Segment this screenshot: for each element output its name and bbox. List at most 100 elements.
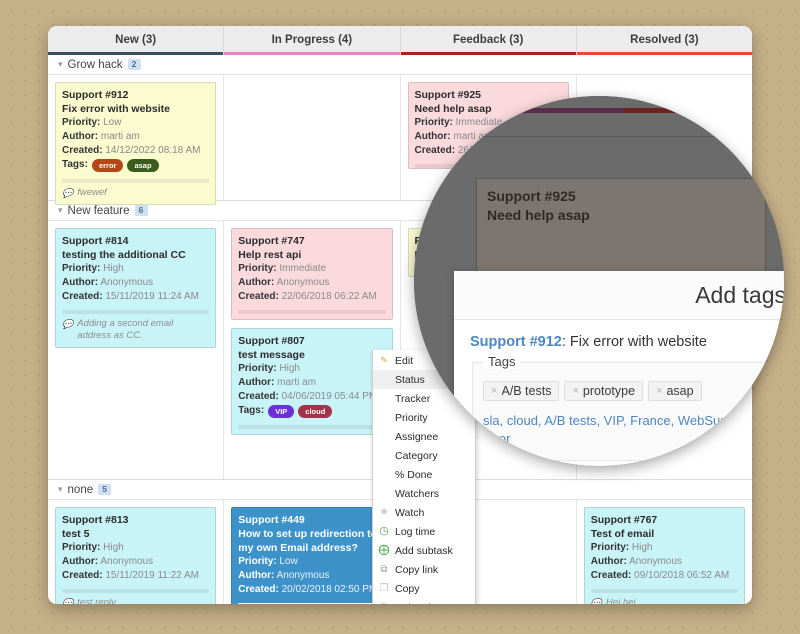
- card-created: Created: 15/11/2019 11:24 AM: [62, 291, 199, 302]
- tags-fieldset: Tags × A/B tests × prototype × asap sla, cl…: [472, 354, 784, 461]
- card-note-text: test reply: [77, 597, 116, 604]
- group-count-badge: 2: [127, 59, 141, 70]
- dialog-header: Add tags: [454, 271, 784, 320]
- trash-icon: ☢: [378, 602, 390, 604]
- card-created: Created: 20/02/2018 02:50 PM: [238, 584, 378, 595]
- card-subject: test 5: [62, 528, 90, 540]
- magnified-card-subject: Need help asap: [487, 207, 590, 223]
- card-priority: Priority: High: [62, 542, 124, 553]
- tab-feedback[interactable]: Feedback (3): [400, 26, 577, 55]
- magnified-card-support-925[interactable]: Support #925 Need help asap: [476, 178, 766, 278]
- tag-chip-ab-tests[interactable]: × A/B tests: [483, 381, 560, 401]
- menu-item-copy[interactable]: ❐ Copy: [373, 579, 475, 598]
- card-support-912[interactable]: Support #912 Fix error with website Prio…: [55, 82, 217, 205]
- status-tab-bar: New (3) In Progress (4) Feedback (3) Res…: [48, 26, 752, 55]
- card-id: Support #814: [62, 235, 129, 247]
- card-created: Created: 22/06/2018 06:22 AM: [238, 291, 377, 302]
- tag-suggestions[interactable]: sla, cloud, A/B tests, VIP, France, WebS…: [483, 412, 784, 448]
- card-support-807[interactable]: Support #807 test message Priority: High…: [231, 328, 393, 435]
- pencil-icon: ✎: [380, 355, 388, 365]
- card-tags: Tags: VIP cloud: [238, 404, 385, 419]
- card-created: Created: 15/11/2019 11:22 AM: [62, 570, 199, 581]
- card-id: Support #449: [238, 514, 305, 526]
- menu-item-log-time[interactable]: ◷ Log time: [373, 522, 475, 541]
- tags-label: Tags:: [62, 159, 88, 170]
- menu-item-copy-link[interactable]: ⧉ Copy link: [373, 560, 475, 579]
- tag-chip-label: A/B tests: [501, 384, 552, 398]
- progress-bar: [238, 310, 386, 314]
- card-priority: Priority: Low: [62, 117, 122, 128]
- column-new: Support #912 Fix error with website Prio…: [48, 75, 225, 205]
- comment-icon: 💬: [62, 598, 74, 604]
- menu-item-watchers[interactable]: •Watchers: [373, 484, 475, 503]
- card-support-449[interactable]: Support #449 How to set up redirection t…: [231, 507, 393, 604]
- copy-icon: ❐: [379, 582, 389, 594]
- card-subject: Fix error with website: [62, 103, 170, 115]
- issue-link[interactable]: Support #912: [470, 334, 562, 350]
- card-priority: Priority: High: [62, 263, 124, 274]
- progress-bar: [238, 425, 386, 429]
- card-note: 💬 test reply: [62, 593, 209, 604]
- remove-tag-icon[interactable]: ×: [491, 385, 497, 397]
- tag-chip-label: prototype: [582, 384, 636, 398]
- tag-chip[interactable]: VIP: [268, 404, 295, 418]
- dialog-title: Add tags: [695, 281, 784, 308]
- card-author: Author: Anonymous: [62, 556, 154, 567]
- group-count-badge: 5: [98, 484, 112, 495]
- magnified-tab-underline-feedback: [624, 108, 744, 113]
- progress-bar: [238, 603, 386, 604]
- card-author: Author: Anonymous: [590, 556, 682, 567]
- card-author: Author: marti am: [62, 131, 140, 142]
- card-subject: Help rest api: [238, 249, 302, 261]
- tag-chip-prototype[interactable]: × prototype: [564, 381, 644, 401]
- card-priority: Priority: High: [590, 542, 653, 553]
- card-note-text: fwewef: [77, 187, 107, 198]
- tag-chip[interactable]: error: [91, 158, 124, 172]
- tag-chip-asap[interactable]: × asap: [648, 381, 702, 401]
- card-priority: Priority: High: [238, 363, 300, 374]
- card-support-814[interactable]: Support #814 testing the additional CC P…: [55, 228, 217, 348]
- card-priority: Priority: Immediate: [238, 263, 327, 274]
- card-note: 💬 fwewef: [62, 183, 209, 204]
- group-name: New feature: [67, 204, 130, 217]
- tab-resolved[interactable]: Resolved (3): [576, 26, 752, 55]
- tag-chip[interactable]: asap: [127, 158, 159, 172]
- card-created: Created: 09/10/2018 06:52 AM: [590, 570, 730, 581]
- column-new: Support #814 testing the additional CC P…: [48, 221, 225, 479]
- card-id: Support #813: [62, 514, 129, 526]
- chevron-down-icon: ▾: [58, 205, 63, 215]
- tag-chip[interactable]: cloud: [298, 404, 333, 418]
- card-support-767[interactable]: Support #767 Test of email Priority: Hig…: [583, 507, 745, 604]
- add-tags-dialog[interactable]: Add tags Support #912: Fix error with we…: [454, 271, 784, 466]
- tags-label: Tags:: [238, 405, 265, 416]
- clock-icon: ◷: [379, 525, 389, 537]
- chevron-down-icon: ▾: [58, 59, 63, 69]
- card-support-747[interactable]: Support #747 Help rest api Priority: Imm…: [231, 228, 393, 320]
- remove-tag-icon[interactable]: ×: [656, 385, 662, 397]
- card-created: Created: 04/06/2019 05:44 PM: [238, 391, 378, 402]
- column-in-progress: [224, 75, 401, 200]
- card-note: 💬 Hej hej: [591, 593, 738, 604]
- remove-tag-icon[interactable]: ×: [572, 385, 578, 397]
- menu-item-add-subtask[interactable]: ⨁ Add subtask: [373, 541, 475, 560]
- card-support-813[interactable]: Support #813 test 5 Priority: High Autho…: [55, 507, 217, 604]
- menu-item-watch[interactable]: ★ Watch: [373, 503, 475, 522]
- group-header-grow-hack[interactable]: ▾ Grow hack 2: [48, 55, 752, 75]
- menu-item-delete-issue[interactable]: ☢Delete issue: [373, 598, 475, 605]
- star-icon: ★: [379, 506, 389, 518]
- tab-in-progress[interactable]: In Progress (4): [224, 26, 401, 55]
- card-priority: Priority: Low: [238, 556, 298, 567]
- card-created: Created: 14/12/2022 08:18 AM: [62, 145, 201, 156]
- column-resolved: Support #767 Test of email Priority: Hig…: [577, 500, 752, 604]
- card-author: Author: Anonymous: [238, 570, 330, 581]
- card-id: Support #747: [238, 235, 305, 247]
- magnified-card-id: Support #925: [487, 188, 576, 204]
- menu-item-percent-done[interactable]: •% Done: [373, 465, 475, 484]
- tab-new[interactable]: New (3): [48, 26, 225, 55]
- group-count-badge: 6: [134, 205, 148, 216]
- card-subject: test message: [238, 349, 305, 361]
- card-id: Support #767: [590, 514, 658, 526]
- magnified-divider: [414, 136, 784, 137]
- card-note: 💬 Adding a second email address as CC.: [62, 314, 209, 347]
- link-icon: ⧉: [380, 563, 388, 575]
